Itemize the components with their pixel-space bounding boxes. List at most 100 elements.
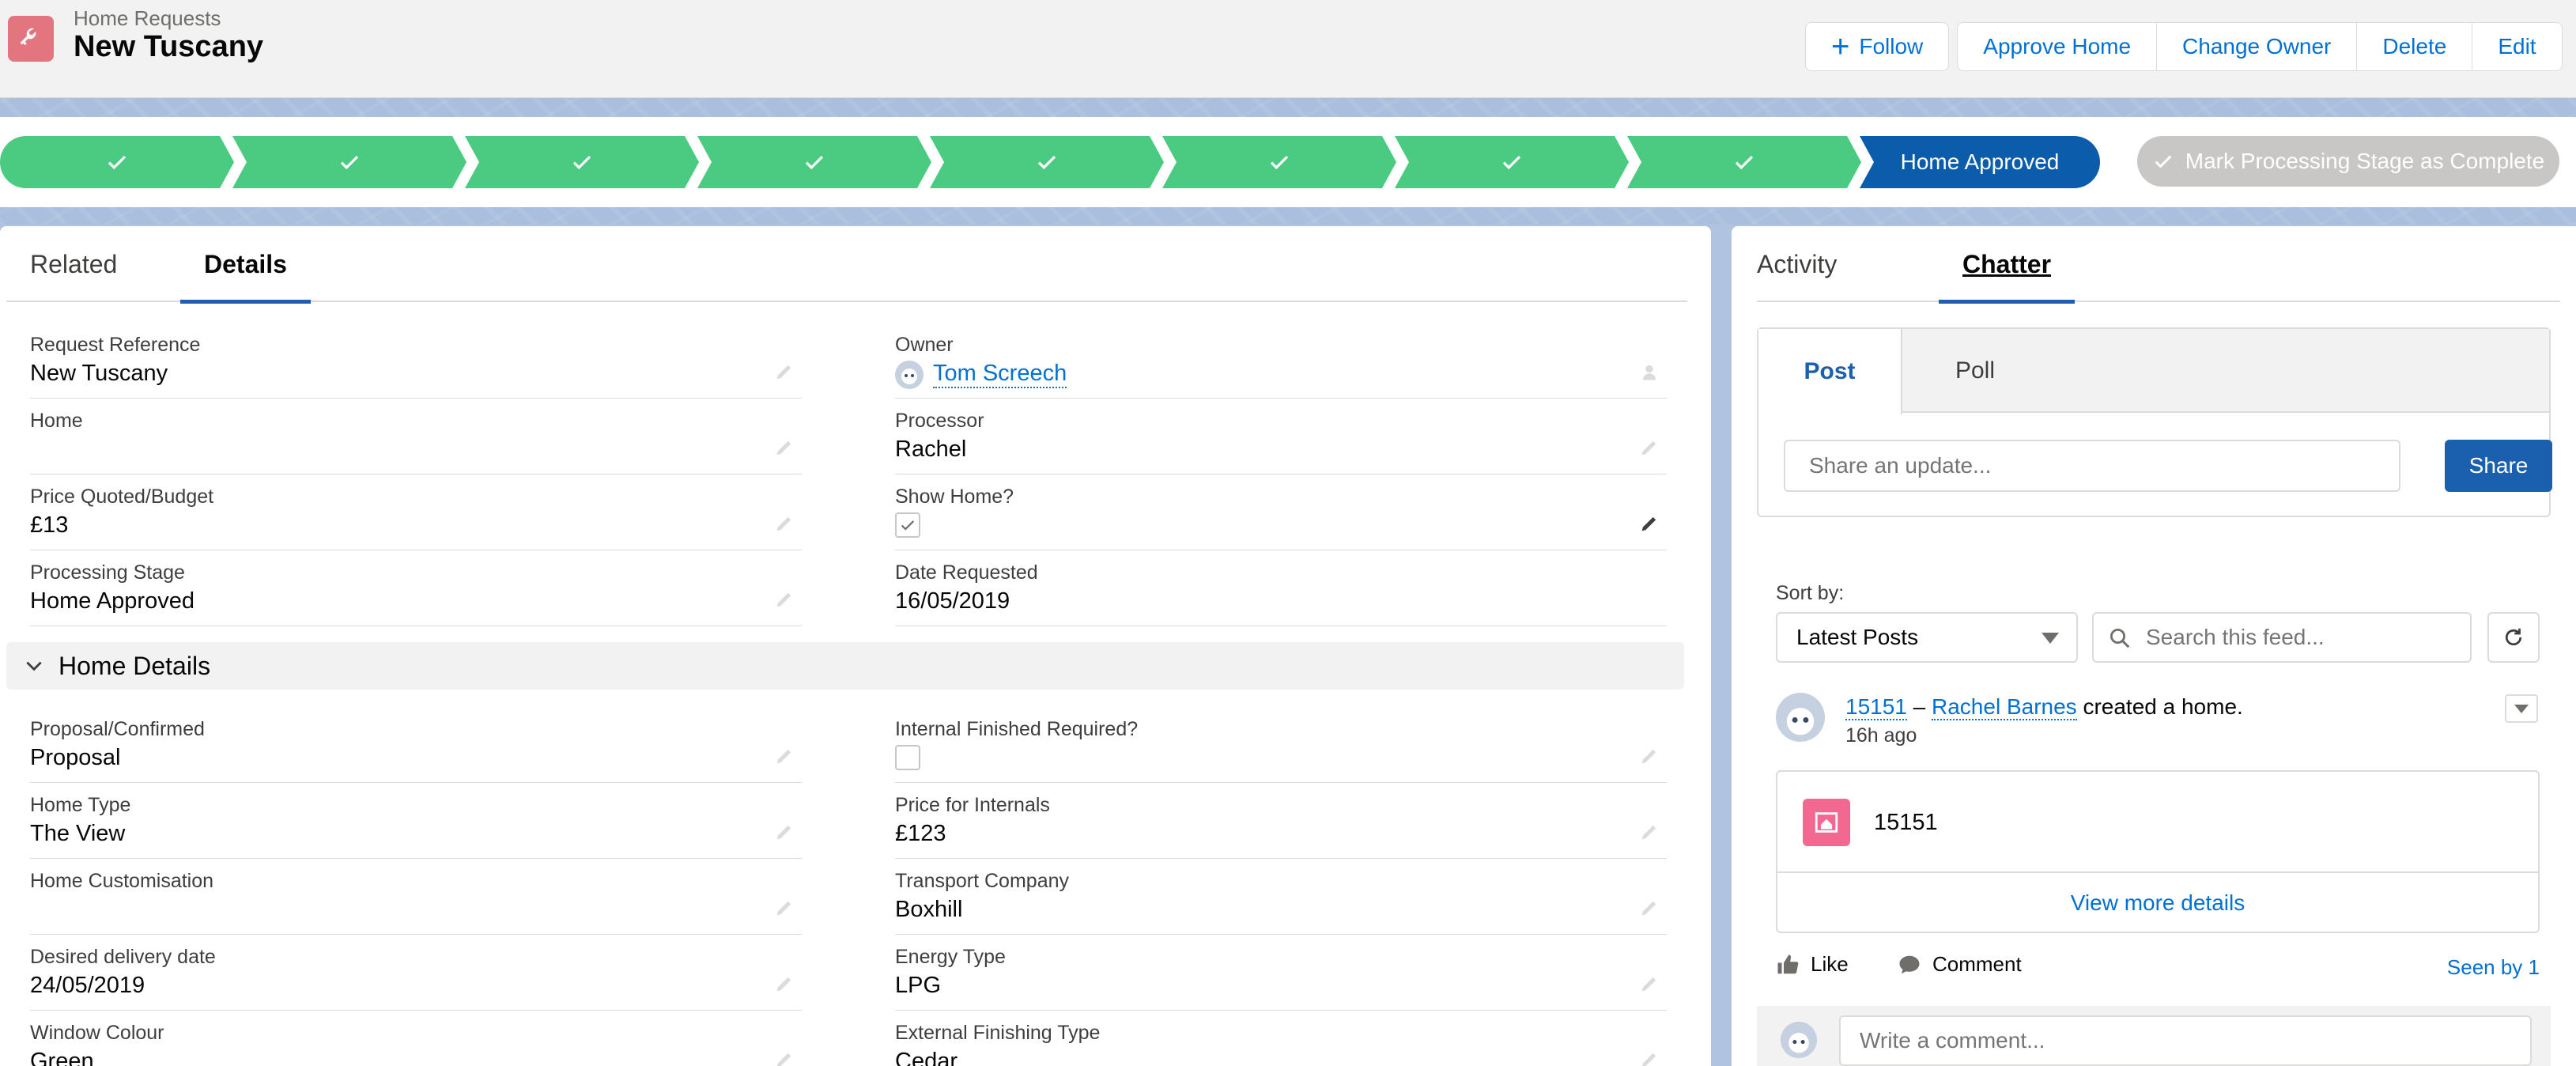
- path-stage-complete[interactable]: [697, 136, 931, 188]
- chevron-down-icon: [26, 661, 42, 671]
- path-stage-current[interactable]: Home Approved: [1860, 136, 2100, 188]
- tab-post[interactable]: Post: [1758, 329, 1902, 414]
- approve-home-button[interactable]: Approve Home: [1957, 22, 2158, 71]
- share-update-input[interactable]: [1784, 440, 2400, 492]
- path-stage-complete[interactable]: [0, 136, 234, 188]
- field-desired-delivery: Desired delivery date 24/05/2019: [30, 935, 802, 1011]
- like-button[interactable]: Like: [1776, 952, 1849, 977]
- field-home: Home: [30, 399, 802, 474]
- pencil-icon[interactable]: [773, 897, 795, 919]
- avatar: [1781, 1022, 1817, 1058]
- chevron-down-icon: [2042, 633, 2059, 644]
- tab-related[interactable]: Related: [30, 250, 117, 300]
- record-preview-card: 15151 View more details: [1776, 770, 2540, 933]
- field-home-type: Home Type The View: [30, 783, 802, 859]
- field-processing-stage: Processing Stage Home Approved: [30, 550, 802, 626]
- check-icon: [901, 520, 915, 531]
- field-owner: Owner Tom Screech: [895, 323, 1667, 399]
- check-icon: [2155, 155, 2172, 168]
- pencil-icon[interactable]: [773, 512, 795, 535]
- seen-by-link[interactable]: Seen by 1: [2447, 955, 2540, 980]
- field-show-home: Show Home?: [895, 474, 1667, 550]
- comment-button[interactable]: Comment: [1898, 952, 2022, 977]
- refresh-button[interactable]: [2487, 612, 2540, 663]
- feed-search-input[interactable]: [2092, 612, 2472, 663]
- path-stage-complete[interactable]: [930, 136, 1164, 188]
- field-internal-finished: Internal Finished Required?: [895, 707, 1667, 783]
- pencil-icon[interactable]: [1638, 821, 1660, 843]
- feed-item-menu-button[interactable]: [2505, 694, 2538, 723]
- field-processor: Processor Rachel: [895, 399, 1667, 474]
- pencil-icon[interactable]: [773, 973, 795, 995]
- change-owner-icon[interactable]: [1638, 361, 1660, 383]
- pencil-icon[interactable]: [1638, 897, 1660, 919]
- pencil-icon[interactable]: [773, 588, 795, 610]
- chatter-publisher: Post Poll Share: [1757, 327, 2552, 517]
- details-card: Related Details Request Reference New Tu…: [0, 226, 1711, 1066]
- comment-composer: [1757, 1006, 2551, 1066]
- chevron-down-icon: [2514, 704, 2529, 713]
- record-header: Home Requests New Tuscany + Follow Appro…: [0, 0, 2576, 98]
- check-icon: [105, 150, 129, 174]
- delete-button[interactable]: Delete: [2357, 22, 2473, 71]
- record-tabs: Related Details: [6, 226, 1687, 304]
- path-stage-complete[interactable]: [465, 136, 699, 188]
- tab-details[interactable]: Details: [180, 250, 311, 304]
- field-date-requested: Date Requested 16/05/2019: [895, 550, 1667, 626]
- mark-stage-complete-button[interactable]: Mark Processing Stage as Complete: [2137, 136, 2559, 187]
- field-window-colour: Window Colour Green: [30, 1011, 802, 1066]
- record-link[interactable]: 15151: [1845, 694, 1907, 720]
- internal-finished-checkbox[interactable]: [895, 745, 920, 770]
- feed-timestamp[interactable]: 16h ago: [1845, 724, 1917, 747]
- publisher-tabs: Post Poll: [1758, 329, 2549, 414]
- avatar: [895, 361, 924, 389]
- field-external-finishing: External Finishing Type Cedar: [895, 1011, 1667, 1066]
- tab-poll[interactable]: Poll: [1902, 329, 2048, 413]
- check-icon: [803, 150, 826, 174]
- tab-activity[interactable]: Activity: [1757, 250, 1837, 300]
- home-record-icon: [1803, 799, 1850, 846]
- check-icon: [338, 150, 361, 174]
- wrench-icon: [8, 16, 54, 62]
- edit-button[interactable]: Edit: [2472, 22, 2563, 71]
- pencil-icon[interactable]: [1638, 973, 1660, 995]
- path-stage-complete[interactable]: [1627, 136, 1861, 188]
- comment-input[interactable]: [1839, 1015, 2532, 1066]
- sort-select[interactable]: Latest Posts: [1776, 612, 2078, 663]
- field-price-internals: Price for Internals £123: [895, 783, 1667, 859]
- plus-icon: +: [1831, 29, 1850, 64]
- field-price-quoted: Price Quoted/Budget £13: [30, 474, 802, 550]
- check-icon: [1732, 150, 1756, 174]
- tab-chatter[interactable]: Chatter: [1939, 250, 2076, 304]
- view-more-details-link[interactable]: View more details: [1777, 871, 2538, 933]
- path-stage-complete[interactable]: [1162, 136, 1396, 188]
- speech-bubble-icon: [1899, 955, 1920, 973]
- section-home-details[interactable]: Home Details: [6, 642, 1684, 690]
- pencil-icon[interactable]: [773, 437, 795, 459]
- show-home-checkbox[interactable]: [895, 512, 920, 538]
- thumbs-up-icon: [1777, 954, 1799, 973]
- pencil-icon[interactable]: [1638, 437, 1660, 459]
- record-preview-name: 15151: [1874, 810, 1938, 835]
- pencil-icon[interactable]: [773, 821, 795, 843]
- refresh-icon: [2505, 628, 2522, 646]
- check-icon: [1500, 150, 1524, 174]
- owner-link[interactable]: Tom Screech: [933, 361, 1067, 388]
- check-icon: [570, 150, 594, 174]
- pencil-icon[interactable]: [773, 745, 795, 767]
- pencil-icon[interactable]: [773, 1049, 795, 1066]
- pencil-icon[interactable]: [773, 361, 795, 383]
- pencil-icon[interactable]: [1638, 512, 1660, 535]
- author-link[interactable]: Rachel Barnes: [1932, 694, 2077, 720]
- pencil-icon[interactable]: [1638, 1049, 1660, 1066]
- change-owner-button[interactable]: Change Owner: [2157, 22, 2358, 71]
- check-icon: [1267, 150, 1291, 174]
- pencil-icon[interactable]: [1638, 745, 1660, 767]
- share-button[interactable]: Share: [2445, 440, 2552, 492]
- follow-button[interactable]: + Follow: [1805, 22, 1950, 71]
- path-stage-complete[interactable]: [1395, 136, 1629, 188]
- path-stage-complete[interactable]: [232, 136, 466, 188]
- header-actions: + Follow Approve Home Change Owner Delet…: [1805, 22, 2563, 71]
- side-tabs: Activity Chatter: [1757, 226, 2560, 304]
- avatar: [1776, 693, 1825, 742]
